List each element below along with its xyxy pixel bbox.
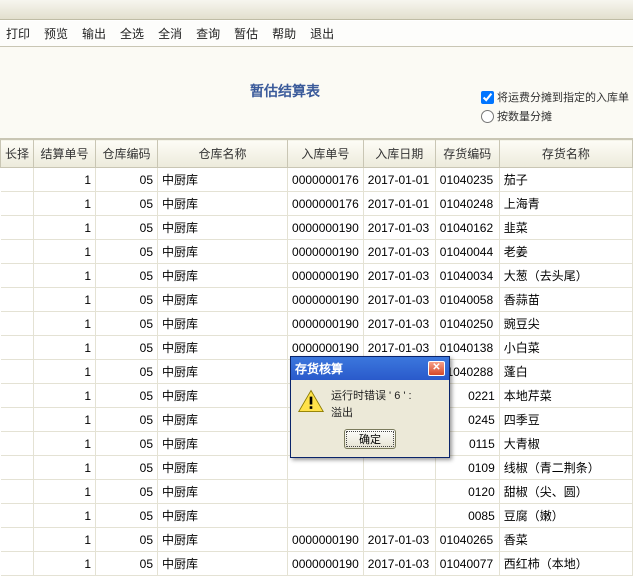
- col-wh-name[interactable]: 仓库名称: [158, 140, 288, 168]
- col-settle-no[interactable]: 结算单号: [34, 140, 96, 168]
- dialog-line1: 运行时错误 ' 6 ' :: [331, 388, 412, 405]
- table-row[interactable]: 105中厨库0109线椒（青二荆条）: [1, 456, 633, 480]
- error-dialog: 存货核算 ✕ 运行时错误 ' 6 ' : 溢出 确定: [290, 356, 450, 458]
- col-wh-code[interactable]: 仓库编码: [96, 140, 158, 168]
- table-row[interactable]: 105中厨库00000001902017-01-0301040058香蒜苗: [1, 288, 633, 312]
- col-select[interactable]: 长择: [1, 140, 34, 168]
- table-row[interactable]: 105中厨库0085豆腐（嫩）: [1, 504, 633, 528]
- report-title: 暂估结算表: [250, 81, 320, 101]
- dialog-text: 运行时错误 ' 6 ' : 溢出: [331, 388, 412, 421]
- ok-button[interactable]: 确定: [344, 429, 396, 449]
- table-row[interactable]: 105中厨库0120甜椒（尖、圆）: [1, 480, 633, 504]
- table-row[interactable]: 105中厨库00000001902017-01-0301040044老姜: [1, 240, 633, 264]
- selectall-button[interactable]: 全选: [120, 25, 144, 42]
- table-row[interactable]: 105中厨库00000001902017-01-0301040162韭菜: [1, 216, 633, 240]
- table-row[interactable]: 105中厨库00000001762017-01-0101040235茄子: [1, 168, 633, 192]
- col-in-date[interactable]: 入库日期: [363, 140, 435, 168]
- opt-freight[interactable]: 将运费分摊到指定的入库单: [481, 89, 629, 105]
- query-button[interactable]: 查询: [196, 25, 220, 42]
- options-panel: 将运费分摊到指定的入库单 按数量分摊: [481, 89, 629, 127]
- preview-button[interactable]: 预览: [44, 25, 68, 42]
- col-inv-code[interactable]: 存货编码: [435, 140, 499, 168]
- col-in-no[interactable]: 入库单号: [288, 140, 364, 168]
- close-icon[interactable]: ✕: [428, 361, 445, 376]
- opt-qty-radio[interactable]: [481, 110, 494, 123]
- opt-freight-label: 将运费分摊到指定的入库单: [497, 89, 629, 105]
- table-row[interactable]: 105中厨库00000001902017-01-0301040034大葱（去头尾…: [1, 264, 633, 288]
- table-row[interactable]: 105中厨库00000001902017-01-0301040265香菜: [1, 528, 633, 552]
- report-header: 暂估结算表 将运费分摊到指定的入库单 按数量分摊: [0, 47, 633, 139]
- toolbar: 打印 预览 输出 全选 全消 查询 暂估 帮助 退出: [0, 20, 633, 47]
- help-button[interactable]: 帮助: [272, 25, 296, 42]
- dialog-body: 运行时错误 ' 6 ' : 溢出: [291, 380, 449, 425]
- print-button[interactable]: 打印: [6, 25, 30, 42]
- opt-qty[interactable]: 按数量分摊: [481, 108, 629, 124]
- col-inv-name[interactable]: 存货名称: [499, 140, 632, 168]
- grid-header: 长择 结算单号 仓库编码 仓库名称 入库单号 入库日期 存货编码 存货名称: [1, 140, 633, 168]
- dialog-line2: 溢出: [331, 405, 412, 422]
- deselectall-button[interactable]: 全消: [158, 25, 182, 42]
- table-row[interactable]: 105中厨库00000001762017-01-0101040248上海青: [1, 192, 633, 216]
- table-row[interactable]: 105中厨库00000001902017-01-0301040077西红柿（本地…: [1, 552, 633, 576]
- estimate-button[interactable]: 暂估: [234, 25, 258, 42]
- window-titlebar: [0, 0, 633, 20]
- warning-icon: [297, 388, 325, 414]
- exit-button[interactable]: 退出: [310, 25, 334, 42]
- dialog-title-text: 存货核算: [295, 360, 343, 377]
- dialog-titlebar[interactable]: 存货核算 ✕: [291, 357, 449, 380]
- table-row[interactable]: 105中厨库00000001902017-01-0301040250豌豆尖: [1, 312, 633, 336]
- export-button[interactable]: 输出: [82, 25, 106, 42]
- opt-qty-label: 按数量分摊: [497, 108, 552, 124]
- opt-freight-checkbox[interactable]: [481, 91, 494, 104]
- dialog-button-row: 确定: [291, 425, 449, 457]
